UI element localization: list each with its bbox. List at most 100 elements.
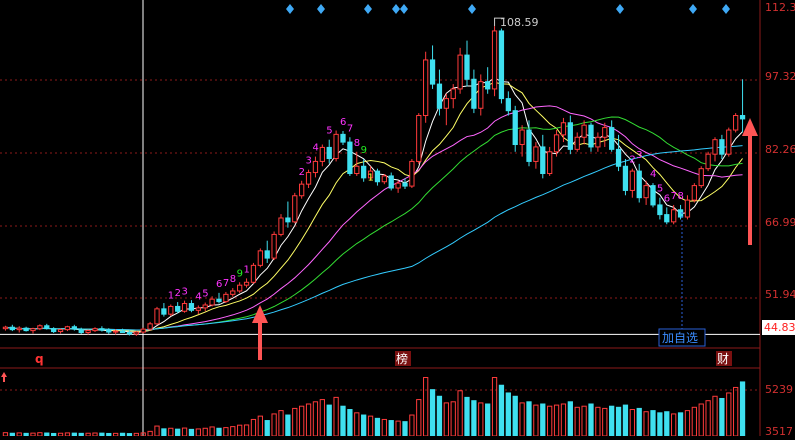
candle-body [712,139,718,155]
candle-body [739,115,746,120]
candle-body [533,146,539,162]
candle-body [436,83,443,109]
candle-body [664,214,670,223]
volume-bar [374,417,381,437]
candle-body [526,129,532,162]
candle-body [347,141,353,175]
candle-body [478,81,484,109]
candle-body [595,136,601,148]
volume-bar [677,412,684,437]
candle-body [264,250,270,259]
candle-body [278,217,284,235]
volume-bar [526,401,532,437]
candle-body [491,30,498,90]
td-sequence-label: 8 [354,138,360,149]
volume-bar [657,412,663,437]
candle-body [64,326,71,331]
volume-bar [388,420,394,437]
candle-body [409,160,415,187]
candle-body [92,328,98,332]
td-sequence-label: 5 [326,126,332,137]
candle-body [643,185,649,199]
td-sequence-label: 3 [636,150,642,161]
candle-body [457,54,463,90]
candle-body [168,305,174,315]
candle-body [657,204,663,216]
volume-bar [650,410,656,437]
volume-bar [347,409,353,437]
volume-bar [567,401,573,437]
volume-bar [402,421,408,437]
candle-body [505,98,511,112]
candle-body [126,332,133,335]
candle-body [23,327,29,332]
candle-body [71,326,77,330]
price-tick-label: 82.26 [765,143,795,156]
candle-body [195,307,201,311]
candle-body [37,325,43,330]
td-sequence-label: 1 [368,172,374,183]
add-watchlist-label[interactable]: 加自选 [662,331,698,345]
volume-bar [471,400,477,437]
tag-cai: 财 [717,352,729,366]
candle-body [429,59,436,85]
price-tick-label: 66.99 [765,216,795,229]
candle-body [416,115,422,162]
candle-body [581,124,587,138]
candle-body [216,298,222,303]
current-price-label: 44.83 [764,321,795,334]
candle-body [443,98,449,109]
candle-body [733,115,739,131]
candle-body [257,250,263,266]
candle-body [319,146,325,162]
candle-body [650,185,656,206]
td-sequence-label: 2 [629,155,635,166]
candle-body [271,233,277,259]
candle-body [57,329,64,333]
price-tick-label: 97.32 [765,70,795,83]
candle-body [326,146,332,160]
candle-body [602,127,608,138]
volume-bar [719,397,725,437]
candle-body [223,293,229,303]
candle-body [361,165,367,179]
volume-tick-label: 5239 [765,383,793,396]
volume-bar [615,406,622,437]
candle-body [161,308,167,315]
td-sequence-label: 8 [678,191,684,202]
candle-body [609,127,615,150]
candle-body [547,151,553,175]
candle-body [340,133,346,143]
volume-bar [188,428,195,437]
candle-body [629,170,635,191]
candle-body [705,153,711,170]
candle-body [471,78,477,109]
candle-body [588,124,594,148]
volume-bar [326,404,332,437]
td-sequence-label: 9 [361,145,367,156]
candle-body [374,170,381,183]
candle-body [230,290,236,295]
candle-body [9,326,15,331]
candle-body [312,160,319,174]
volume-bar [464,396,470,437]
candle-body [333,133,339,160]
candle-body [78,328,84,334]
candle-body [209,298,215,306]
candle-body [30,328,36,332]
candle-body [498,30,505,100]
candle-body [106,329,112,333]
high-price-label: 108.59 [500,16,539,29]
volume-bar [216,427,222,437]
candle-body [154,308,160,325]
td-sequence-label: 2 [175,288,181,299]
kline-chart[interactable]: 12345678912345678912345678 112.35 97.32 … [0,0,795,438]
candle-body [299,183,305,197]
volume-bar [588,403,594,437]
td-sequence-label: 3 [182,287,188,298]
candle-body [85,330,91,334]
volume-bar [340,405,346,437]
volume-bar [175,428,181,437]
candle-body [402,182,408,187]
candle-body [99,328,105,331]
